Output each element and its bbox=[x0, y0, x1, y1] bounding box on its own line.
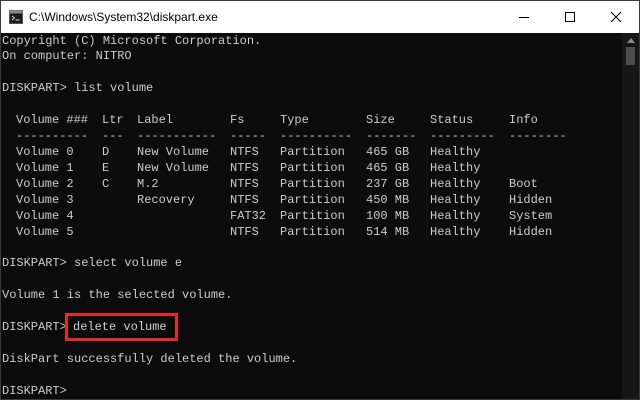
table-separator-size: ------- bbox=[366, 129, 417, 143]
close-icon bbox=[611, 12, 621, 22]
table-header-ltr: Ltr bbox=[102, 113, 124, 127]
table-row-status: Healthy bbox=[430, 193, 481, 207]
table-header-size: Size bbox=[366, 113, 395, 127]
scroll-up-button[interactable] bbox=[622, 33, 639, 47]
table-row-type: Partition bbox=[280, 177, 345, 191]
table-row-type: Partition bbox=[280, 225, 345, 239]
table-row-type: Partition bbox=[280, 145, 345, 159]
select-volume-response: Volume 1 is the selected volume. bbox=[2, 288, 233, 302]
table-separator-label: ----------- bbox=[137, 129, 217, 143]
scroll-thumb[interactable] bbox=[626, 47, 635, 65]
console-output[interactable]: Copyright (C) Microsoft Corporation. On … bbox=[1, 33, 623, 399]
table-header-volume: Volume ### bbox=[16, 113, 89, 127]
minimize-button[interactable] bbox=[501, 1, 547, 33]
table-row-info: Boot bbox=[509, 177, 538, 191]
maximize-icon bbox=[565, 12, 575, 22]
table-row-volume: Volume 1 bbox=[16, 161, 74, 175]
table-row-ltr: D bbox=[102, 145, 110, 159]
table-row-volume: Volume 0 bbox=[16, 145, 74, 159]
table-row-info: Hidden bbox=[509, 193, 553, 207]
table-row-fs: NTFS bbox=[230, 161, 259, 175]
close-button[interactable] bbox=[593, 1, 639, 33]
table-row-label: New Volume bbox=[137, 161, 210, 175]
chevron-up-icon bbox=[626, 37, 635, 43]
table-row-volume: Volume 5 bbox=[16, 225, 74, 239]
table-row-status: Healthy bbox=[430, 225, 481, 239]
title-bar[interactable]: C:\Windows\System32\diskpart.exe bbox=[1, 1, 639, 33]
table-row-fs: NTFS bbox=[230, 193, 259, 207]
table-header-status: Status bbox=[430, 113, 474, 127]
table-row-status: Healthy bbox=[430, 161, 481, 175]
table-row-size: 100 MB bbox=[366, 209, 410, 223]
table-separator-type: ---------- bbox=[280, 129, 353, 143]
table-row-type: Partition bbox=[280, 209, 345, 223]
vertical-scrollbar[interactable] bbox=[622, 33, 639, 399]
table-header-label: Label bbox=[137, 113, 174, 127]
highlight-box bbox=[65, 313, 178, 341]
table-row-fs: NTFS bbox=[230, 145, 259, 159]
table-row-volume: Volume 3 bbox=[16, 193, 74, 207]
table-row-size: 237 GB bbox=[366, 177, 410, 191]
delete-volume-response: DiskPart successfully deleted the volume… bbox=[2, 352, 298, 366]
table-row-status: Healthy bbox=[430, 145, 481, 159]
table-header-type: Type bbox=[280, 113, 309, 127]
window-title: C:\Windows\System32\diskpart.exe bbox=[29, 10, 218, 24]
table-row-size: 465 GB bbox=[366, 145, 410, 159]
table-row-type: Partition bbox=[280, 193, 345, 207]
table-row-status: Healthy bbox=[430, 177, 481, 191]
table-row-volume: Volume 2 bbox=[16, 177, 74, 191]
computer-line: On computer: NITRO bbox=[2, 49, 132, 63]
table-row-fs: NTFS bbox=[230, 177, 259, 191]
table-header-info: Info bbox=[509, 113, 538, 127]
table-separator-ltr: --- bbox=[102, 129, 124, 143]
table-row-label: New Volume bbox=[137, 145, 210, 159]
list-volume-command: DISKPART> list volume bbox=[2, 81, 154, 95]
select-volume-command: DISKPART> select volume e bbox=[2, 256, 183, 270]
table-row-size: 465 GB bbox=[366, 161, 410, 175]
table-row-size: 514 MB bbox=[366, 225, 410, 239]
table-row-label: Recovery bbox=[137, 193, 195, 207]
table-row-fs: NTFS bbox=[230, 225, 259, 239]
table-row-label: M.2 bbox=[137, 177, 159, 191]
table-separator-status: --------- bbox=[430, 129, 495, 143]
table-row-info: Hidden bbox=[509, 225, 553, 239]
table-row-volume: Volume 4 bbox=[16, 209, 74, 223]
table-row-ltr: C bbox=[102, 177, 110, 191]
table-header-fs: Fs bbox=[230, 113, 245, 127]
table-separator-fs: ----- bbox=[230, 129, 267, 143]
table-row-status: Healthy bbox=[430, 209, 481, 223]
maximize-button[interactable] bbox=[547, 1, 593, 33]
table-row-size: 450 MB bbox=[366, 193, 410, 207]
table-row-type: Partition bbox=[280, 161, 345, 175]
table-row-info: System bbox=[509, 209, 553, 223]
final-prompt: DISKPART> bbox=[2, 384, 67, 398]
table-separator-info: -------- bbox=[509, 129, 567, 143]
table-separator-volume: ---------- bbox=[16, 129, 89, 143]
delete-prompt: DISKPART> bbox=[2, 320, 67, 334]
table-row-fs: FAT32 bbox=[230, 209, 267, 223]
cmd-icon bbox=[9, 10, 23, 27]
console-window: C:\Windows\System32\diskpart.exe Copyrig… bbox=[0, 0, 640, 400]
minimize-icon bbox=[519, 17, 529, 18]
table-row-ltr: E bbox=[102, 161, 110, 175]
copyright-line: Copyright (C) Microsoft Corporation. bbox=[2, 34, 262, 48]
